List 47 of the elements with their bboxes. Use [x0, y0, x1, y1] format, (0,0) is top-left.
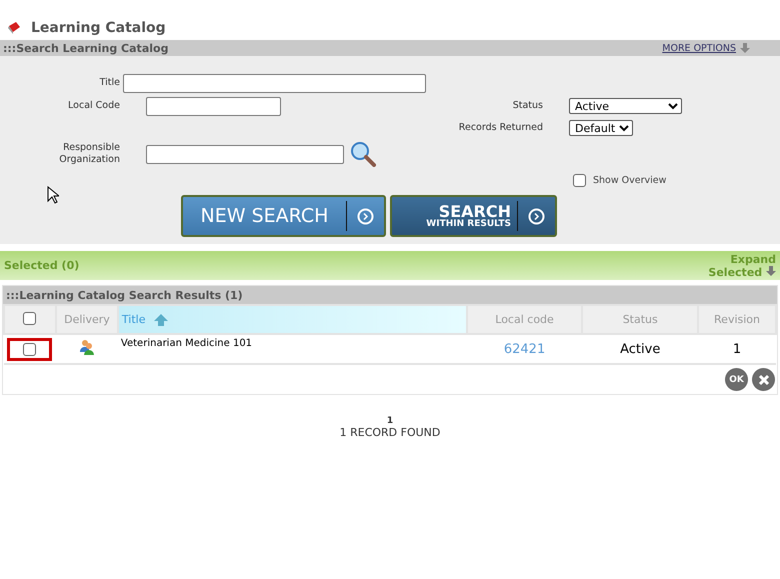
- select-all-checkbox[interactable]: [23, 312, 36, 324]
- records-found-text: 1 RECORD FOUND: [340, 426, 440, 439]
- ok-button[interactable]: OK: [725, 368, 748, 391]
- row-checkbox[interactable]: [23, 342, 36, 356]
- page-title: Learning Catalog: [31, 20, 166, 36]
- status-dropdown[interactable]: Active: [569, 98, 682, 114]
- field-label: Responsible Organization: [58, 142, 120, 166]
- local-code-field[interactable]: [146, 96, 281, 116]
- field-label: Records Returned: [458, 122, 543, 134]
- people-icon: [78, 339, 95, 355]
- search-within-results-button[interactable]: SEARCH WITHIN RESULTS: [390, 195, 557, 237]
- title-field[interactable]: [123, 74, 426, 92]
- show-overview-checkbox[interactable]: [573, 174, 586, 186]
- close-button[interactable]: [752, 368, 775, 391]
- field-label: Local Code: [67, 100, 120, 112]
- caret-icon: [668, 102, 678, 110]
- panel-title: :::Learning Catalog Search Results (1): [6, 288, 243, 302]
- table-cell: Veterinarian Medicine 101: [118, 334, 467, 364]
- checkbox-label: Show Overview: [593, 174, 666, 186]
- new-search-button[interactable]: NEW SEARCH: [181, 195, 386, 237]
- more-options-link[interactable]: MORE OPTIONS: [662, 42, 750, 54]
- page-number[interactable]: 1: [386, 416, 394, 426]
- field-label: Title: [98, 77, 120, 89]
- organization-field[interactable]: [146, 144, 344, 164]
- close-icon: [758, 374, 770, 386]
- column-header[interactable]: Revision: [698, 305, 776, 334]
- book-icon: [7, 21, 21, 35]
- records-returned-dropdown[interactable]: Default: [569, 120, 633, 136]
- table-cell: Active: [582, 334, 698, 364]
- arrow-circle-icon: [528, 208, 545, 224]
- arrow-circle-icon: [357, 208, 374, 224]
- panel-title: :::Search Learning Catalog: [3, 42, 168, 54]
- field-label: Status: [512, 100, 543, 112]
- down-arrow-icon: [766, 266, 776, 276]
- local-code-link[interactable]: 62421: [504, 342, 546, 356]
- column-header[interactable]: Delivery: [56, 305, 118, 334]
- cursor-icon: [47, 186, 59, 204]
- caret-icon: [619, 124, 629, 132]
- down-arrow-icon: [740, 43, 750, 53]
- column-header[interactable]: Local code: [466, 305, 582, 334]
- sort-up-icon: [154, 314, 168, 326]
- expand-selected-link[interactable]: Expand Selected: [696, 252, 776, 278]
- column-header[interactable]: Status: [582, 305, 698, 334]
- table-cell: 1: [698, 334, 776, 364]
- selected-count: Selected (0): [4, 259, 80, 272]
- search-icon[interactable]: [350, 141, 376, 167]
- title-column-header[interactable]: Title: [118, 305, 467, 334]
